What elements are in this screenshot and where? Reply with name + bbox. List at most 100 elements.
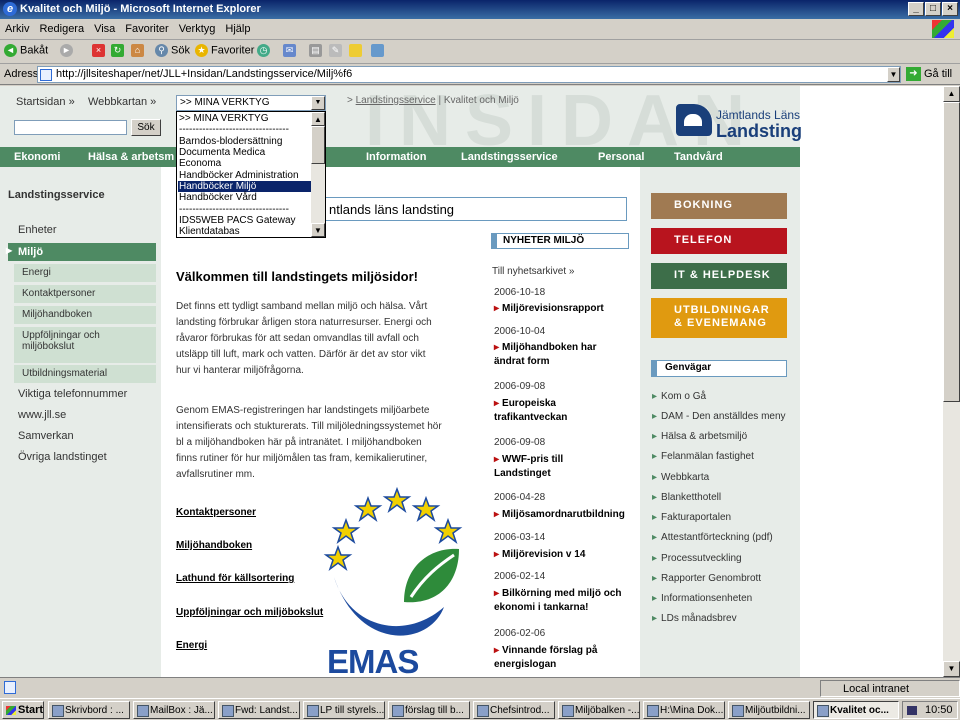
nav-information[interactable]: Information: [366, 151, 427, 163]
menu-hjalp[interactable]: Hjälp: [220, 19, 255, 39]
shortcut-link[interactable]: Rapporter Genombrott: [652, 573, 761, 584]
forward-button[interactable]: ►: [60, 44, 76, 57]
sidebar-sub-energi[interactable]: Energi: [14, 264, 156, 282]
back-button[interactable]: ◄ Bakåt: [4, 44, 48, 57]
sidebar-sub-kontaktpersoner[interactable]: Kontaktpersoner: [14, 285, 156, 303]
it-helpdesk-button[interactable]: IT & HELPDESK: [651, 263, 787, 289]
dropdown-option-selected[interactable]: Handböcker Miljö: [178, 181, 312, 192]
menu-favoriter[interactable]: Favoriter: [120, 19, 173, 39]
news-item[interactable]: WWF-pris till Landstinget: [494, 453, 594, 481]
dropdown-scroll-thumb[interactable]: [311, 126, 325, 164]
sidebar-sub-uppfoljningar[interactable]: Uppföljningar och miljöbokslut: [14, 327, 156, 363]
link-miljohandboken[interactable]: Miljöhandboken: [176, 540, 252, 551]
sidebar-item-ovriga[interactable]: Övriga landstinget: [18, 451, 107, 463]
taskbar-button[interactable]: Miljöbalken -...: [558, 701, 640, 719]
print-button[interactable]: ▤: [309, 44, 325, 57]
sidebar-item-jll[interactable]: www.jll.se: [18, 409, 66, 421]
taskbar-button[interactable]: LP till styrels...: [303, 701, 385, 719]
link-lathund[interactable]: Lathund för källsortering: [176, 573, 294, 584]
tools-select[interactable]: >> MINA VERKTYG ▼: [176, 95, 326, 111]
sidebar-item-miljo[interactable]: Miljö: [6, 243, 156, 261]
link-kontaktpersoner[interactable]: Kontaktpersoner: [176, 507, 256, 518]
taskbar-button-active[interactable]: Kvalitet oc...: [813, 701, 899, 719]
stop-button[interactable]: ×: [92, 44, 108, 57]
news-item[interactable]: Miljöhandboken har ändrat form: [494, 341, 619, 369]
history-button[interactable]: ◷: [257, 44, 273, 57]
nav-tandvard[interactable]: Tandvård: [674, 151, 723, 163]
shortcut-link[interactable]: Blanketthotell: [652, 492, 721, 503]
taskbar-button[interactable]: H:\Mina Dok...: [643, 701, 725, 719]
page-scroll-thumb[interactable]: [943, 102, 960, 402]
nav-ekonomi[interactable]: Ekonomi: [14, 151, 60, 163]
shortcut-link[interactable]: LDs månadsbrev: [652, 613, 737, 624]
shortcut-link[interactable]: Informationsenheten: [652, 593, 752, 604]
nav-landstingsservice[interactable]: Landstingsservice: [461, 151, 558, 163]
dropdown-option[interactable]: Barndos-blodersättning: [178, 136, 312, 147]
discuss-button[interactable]: [349, 44, 365, 57]
close-button[interactable]: ×: [942, 2, 958, 16]
nav-personal[interactable]: Personal: [598, 151, 644, 163]
menu-verktyg[interactable]: Verktyg: [174, 19, 221, 39]
go-button[interactable]: ➜ Gå till: [906, 67, 952, 81]
telefon-button[interactable]: TELEFON: [651, 228, 787, 254]
news-archive-link[interactable]: Till nyhetsarkivet »: [492, 266, 574, 277]
nav-halsa[interactable]: Hälsa & arbetsm: [88, 151, 174, 163]
shortcut-link[interactable]: Felanmälan fastighet: [652, 451, 754, 462]
sidebar-item-enheter[interactable]: Enheter: [18, 224, 57, 236]
news-item[interactable]: Miljösamordnarutbildning: [494, 508, 644, 522]
sidebar-sub-miljohandboken[interactable]: Miljöhandboken: [14, 306, 156, 324]
taskbar-button[interactable]: Fwd: Landst...: [218, 701, 300, 719]
shortcut-link[interactable]: Kom o Gå: [652, 391, 706, 402]
shortcut-link[interactable]: Fakturaportalen: [652, 512, 731, 523]
webbkartan-link[interactable]: Webbkartan »: [88, 96, 156, 108]
edit-button[interactable]: ✎: [329, 44, 345, 57]
site-search-input[interactable]: [14, 120, 127, 135]
dropdown-option[interactable]: Handböcker Administration: [178, 170, 312, 181]
scroll-down-icon[interactable]: ▼: [311, 223, 325, 237]
dropdown-option[interactable]: Documenta Medica: [178, 147, 312, 158]
scroll-up-icon[interactable]: ▲: [943, 86, 960, 102]
minimize-button[interactable]: _: [908, 2, 924, 16]
bokning-button[interactable]: BOKNING: [651, 193, 787, 219]
sidebar-item-telefonnummer[interactable]: Viktiga telefonnummer: [18, 388, 127, 400]
address-dropdown-button[interactable]: ▼: [887, 67, 900, 82]
search-button[interactable]: ⚲ Sök: [155, 44, 190, 57]
address-input[interactable]: http://jllsiteshaper/net/JLL+Insidan/Lan…: [37, 66, 901, 83]
mail-button[interactable]: ✉: [283, 44, 299, 57]
startsidan-link[interactable]: Startsidan »: [16, 96, 75, 108]
dropdown-option[interactable]: Handböcker Vård: [178, 192, 312, 203]
news-item[interactable]: Europeiska trafikantveckan: [494, 397, 584, 425]
dropdown-option[interactable]: >> MINA VERKTYG: [178, 113, 312, 124]
utbildningar-button[interactable]: UTBILDNINGAR & EVENEMANG: [651, 298, 787, 338]
favorites-button[interactable]: ★ Favoriter: [195, 44, 254, 57]
menu-arkiv[interactable]: Arkiv: [0, 19, 34, 39]
menu-redigera[interactable]: Redigera: [34, 19, 89, 39]
shortcut-link[interactable]: Attestantförteckning (pdf): [652, 532, 773, 543]
sidebar-sub-utbildningsmaterial[interactable]: Utbildningsmaterial: [14, 365, 156, 383]
maximize-button[interactable]: □: [925, 2, 941, 16]
shortcut-link[interactable]: Hälsa & arbetsmiljö: [652, 431, 747, 442]
menu-visa[interactable]: Visa: [89, 19, 120, 39]
taskbar-button[interactable]: MailBox : Jä...: [133, 701, 215, 719]
sidebar-item-samverkan[interactable]: Samverkan: [18, 430, 74, 442]
start-button[interactable]: Start: [2, 701, 44, 719]
dropdown-scrollbar[interactable]: ▲ ▼: [311, 112, 325, 237]
dropdown-option[interactable]: Klientdatabas: [178, 226, 312, 237]
page-scrollbar[interactable]: ▲ ▼: [943, 86, 960, 677]
taskbar-button[interactable]: Chefsintrod...: [473, 701, 555, 719]
dropdown-option[interactable]: IDS5WEB PACS Gateway: [178, 215, 312, 226]
scroll-down-icon[interactable]: ▼: [943, 661, 960, 677]
shortcut-link[interactable]: Webbkarta: [652, 472, 709, 483]
dropdown-option[interactable]: Economa: [178, 158, 312, 169]
messenger-button[interactable]: [371, 44, 387, 57]
breadcrumb-link[interactable]: Landstingsservice: [356, 95, 436, 106]
taskbar-button[interactable]: förslag till b...: [388, 701, 470, 719]
refresh-button[interactable]: ↻: [111, 44, 127, 57]
news-item[interactable]: Miljörevision v 14: [494, 548, 644, 562]
taskbar-button[interactable]: Miljöutbildni...: [728, 701, 810, 719]
shortcut-link[interactable]: DAM - Den anställdes meny: [652, 411, 786, 422]
system-tray-clock[interactable]: 10:50: [902, 701, 958, 719]
news-item[interactable]: Vinnande förslag på energislogan: [494, 644, 619, 672]
taskbar-button[interactable]: Skrivbord : ...: [48, 701, 130, 719]
shortcut-link[interactable]: Processutveckling: [652, 553, 742, 564]
